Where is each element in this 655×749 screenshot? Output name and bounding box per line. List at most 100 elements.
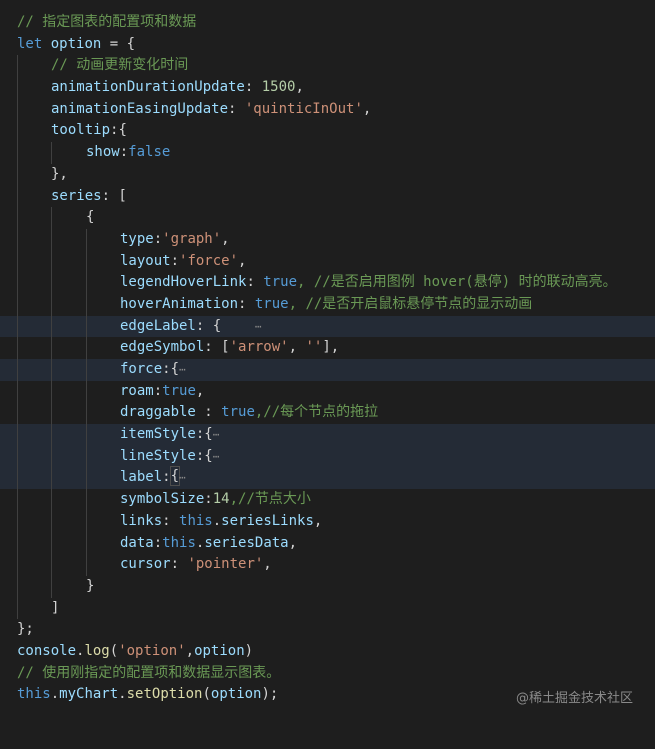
number-literal: 14 [212, 491, 230, 508]
property-name: type [120, 230, 154, 247]
code-line-28: ] [0, 597, 655, 620]
punctuation: = { [101, 35, 136, 52]
punctuation: :{ [110, 122, 127, 139]
indent-guide [51, 272, 52, 294]
function-name: log [84, 642, 110, 659]
indent-guide [17, 597, 18, 620]
punctuation: : [153, 230, 163, 247]
code-line-12: layout:'force', [0, 250, 655, 273]
code-line-27: } [0, 575, 655, 598]
code-line-3: // 动画更新变化时间 [0, 55, 655, 78]
keyword: this [17, 686, 51, 703]
code-line-6: tooltip:{ [0, 120, 655, 143]
identifier: option [194, 642, 245, 659]
code-line-19: draggable : true,//每个节点的拖拉 [0, 402, 655, 425]
code-line-20[interactable]: itemStyle:{⋯ [0, 424, 655, 446]
code-editor[interactable]: // 指定图表的配置项和数据 let option = { // 动画更新变化时… [0, 12, 655, 706]
indent-guide [86, 532, 87, 555]
indent-guide [51, 293, 52, 316]
code-line-10: { [0, 207, 655, 229]
punctuation: , [362, 100, 372, 117]
indent-guide [51, 380, 52, 403]
keyword: let [17, 35, 43, 52]
string-literal: 'force' [179, 252, 239, 269]
watermark: @稀土掘金技术社区 [515, 691, 633, 706]
boolean-literal: true [254, 295, 289, 312]
indent-guide [17, 445, 18, 468]
code-line-31: // 使用刚指定的配置项和数据显示图表。 [0, 663, 655, 685]
folded-region-ellipsis[interactable]: ⋯ [213, 450, 221, 463]
string-literal: 'option' [118, 642, 186, 659]
punctuation: ] [51, 599, 60, 616]
punctuation: [ [221, 339, 230, 356]
indent-guide [17, 98, 18, 121]
code-line-17[interactable]: force:{⋯ [0, 359, 655, 381]
indent-guide [51, 532, 52, 555]
indent-guide [51, 575, 52, 598]
punctuation: : [170, 252, 180, 269]
indent-guide [86, 510, 87, 533]
indent-guide [51, 250, 52, 273]
code-line-22[interactable]: label:{⋯ [0, 466, 655, 490]
punctuation: : [228, 100, 245, 117]
code-line-8: }, [0, 163, 655, 186]
code-line-21[interactable]: lineStyle:{⋯ [0, 445, 655, 468]
indent-guide [86, 228, 87, 251]
indent-guide [17, 337, 18, 359]
matched-bracket: { [169, 466, 181, 487]
punctuation: , [263, 556, 272, 573]
property-name: label [120, 469, 163, 486]
folded-region-ellipsis[interactable]: ⋯ [179, 471, 187, 484]
indent-guide [17, 207, 18, 229]
punctuation: : { [195, 317, 222, 334]
punctuation: : [238, 295, 255, 312]
indent-guide [51, 337, 52, 359]
indent-guide [86, 250, 87, 273]
keyword: this [179, 512, 213, 529]
comment: , //是否启用图例 hover(悬停) 时的联动高亮。 [297, 274, 617, 291]
property-name: lineStyle [120, 447, 196, 464]
comment: // 指定图表的配置项和数据 [17, 14, 197, 30]
string-literal: 'pointer' [187, 556, 264, 573]
punctuation: : [ [101, 187, 127, 204]
folded-region-ellipsis[interactable]: ⋯ [255, 320, 263, 333]
punctuation: : [119, 144, 129, 161]
indent-guide [51, 467, 52, 490]
punctuation: , [195, 382, 205, 399]
code-line-26: cursor: 'pointer', [0, 554, 655, 576]
folded-region-ellipsis[interactable]: ⋯ [179, 363, 187, 376]
identifier: console [17, 642, 77, 659]
code-line-9: series: [ [0, 185, 655, 208]
punctuation: , [185, 642, 195, 659]
code-line-18: roam:true, [0, 380, 655, 403]
code-line-11: type:'graph', [0, 228, 655, 251]
code-line-15[interactable]: edgeLabel: { ⋯ [0, 315, 655, 338]
indent-guide [51, 554, 52, 576]
punctuation: : [170, 556, 188, 573]
indent-guide [17, 272, 18, 294]
indent-guide [86, 424, 87, 446]
property-name: itemStyle [120, 426, 196, 443]
indent-guide [86, 554, 87, 576]
code-line-13: legendHoverLink: true, //是否启用图例 hover(悬停… [0, 272, 655, 294]
indent-guide [86, 272, 87, 294]
code-line-1: // 指定图表的配置项和数据 [0, 12, 655, 34]
boolean-literal: true [263, 274, 298, 291]
punctuation: : [162, 512, 180, 529]
punctuation: , [295, 79, 304, 96]
indent-guide [86, 489, 87, 511]
punctuation: : [244, 79, 262, 96]
indent-guide [17, 359, 18, 381]
code-line-23: symbolSize:14,//节点大小 [0, 489, 655, 511]
punctuation: :{ [195, 447, 213, 464]
indent-guide [51, 424, 52, 446]
punctuation: :{ [162, 361, 180, 377]
property-name: seriesLinks [221, 512, 314, 529]
punctuation: , [238, 252, 247, 269]
code-line-4: animationDurationUpdate: 1500, [0, 77, 655, 99]
folded-region-ellipsis[interactable]: ⋯ [213, 428, 221, 441]
indent-guide [17, 250, 18, 273]
punctuation: : [195, 404, 222, 421]
code-line-30: console.log('option',option) [0, 641, 655, 663]
property-name: animationEasingUpdate [51, 100, 229, 117]
